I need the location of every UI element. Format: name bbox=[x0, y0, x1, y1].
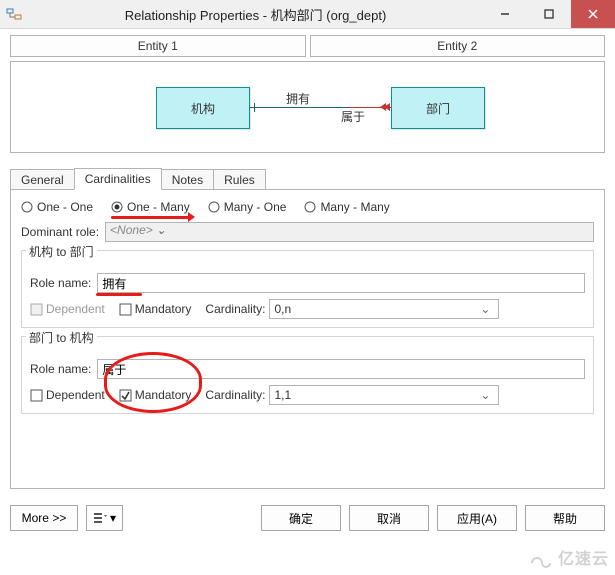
ok-button[interactable]: 确定 bbox=[261, 505, 341, 531]
maximize-button[interactable] bbox=[527, 0, 571, 28]
radio-many-one[interactable]: Many - One bbox=[208, 200, 287, 214]
radio-one-one[interactable]: One - One bbox=[21, 200, 93, 214]
group2-dependent-label: Dependent bbox=[46, 388, 105, 402]
relationship-label-bottom[interactable]: 属于 bbox=[341, 108, 365, 125]
relationship-line[interactable] bbox=[249, 107, 391, 108]
dominant-role-select[interactable]: <None> ⌄ bbox=[105, 222, 594, 242]
apply-button[interactable]: 应用(A) bbox=[437, 505, 517, 531]
tab-panel-cardinalities: One - One One - Many Many - One Many - M… bbox=[10, 189, 605, 489]
entity-left[interactable]: 机构 bbox=[156, 87, 250, 129]
tab-notes[interactable]: Notes bbox=[161, 169, 214, 190]
tab-general[interactable]: General bbox=[10, 169, 75, 190]
dominant-role-label: Dominant role: bbox=[21, 225, 99, 239]
group2-cardinality-label: Cardinality: bbox=[205, 388, 265, 402]
group1-cardinality-value: 0,n bbox=[274, 302, 291, 316]
watermark-text: 亿速云 bbox=[558, 551, 609, 568]
group2-mandatory-label: Mandatory bbox=[135, 388, 192, 402]
group-b-to-a: 部门 to 机构 Role name: Dependent Mandatory … bbox=[21, 336, 594, 414]
group2-mandatory-checkbox[interactable]: Mandatory bbox=[119, 388, 192, 402]
group1-legend: 机构 to 部门 bbox=[26, 243, 97, 260]
group1-mandatory-label: Mandatory bbox=[135, 302, 192, 316]
red-underline-annotation bbox=[96, 293, 142, 296]
radio-one-many-label: One - Many bbox=[127, 200, 190, 214]
group1-role-input[interactable] bbox=[97, 273, 585, 293]
titlebar: Relationship Properties - 机构部门 (org_dept… bbox=[0, 0, 615, 29]
ok-button-label: 确定 bbox=[289, 510, 313, 527]
group1-role-label: Role name: bbox=[30, 276, 91, 290]
radio-many-one-label: Many - One bbox=[224, 200, 287, 214]
group1-dependent-checkbox: Dependent bbox=[30, 302, 105, 316]
group2-role-label: Role name: bbox=[30, 362, 91, 376]
entity-right-label: 部门 bbox=[426, 100, 450, 117]
dialog-button-bar: More >> ▾ 确定 取消 应用(A) 帮助 bbox=[0, 497, 615, 531]
group-a-to-b: 机构 to 部门 Role name: Dependent Mandatory … bbox=[21, 250, 594, 328]
red-underline-annotation bbox=[111, 216, 193, 219]
one-tick-icon bbox=[254, 103, 255, 112]
dominant-role-value: <None> bbox=[110, 223, 153, 237]
group1-dependent-label: Dependent bbox=[46, 302, 105, 316]
radio-one-many[interactable]: One - Many bbox=[111, 200, 190, 214]
dropdown-action-button[interactable]: ▾ bbox=[86, 505, 123, 531]
tab-cardinalities[interactable]: Cardinalities bbox=[74, 168, 162, 190]
entity-left-label: 机构 bbox=[191, 100, 215, 117]
radio-many-many[interactable]: Many - Many bbox=[304, 200, 389, 214]
apply-button-label: 应用(A) bbox=[457, 510, 497, 527]
group2-dependent-checkbox[interactable]: Dependent bbox=[30, 388, 105, 402]
watermark: 亿速云 bbox=[527, 545, 609, 569]
close-button[interactable] bbox=[571, 0, 615, 28]
chevron-down-icon: ⌄ bbox=[480, 302, 494, 316]
radio-one-one-label: One - One bbox=[37, 200, 93, 214]
entity2-header[interactable]: Entity 2 bbox=[310, 35, 606, 57]
more-button-label: More >> bbox=[22, 511, 67, 525]
group1-cardinality-label: Cardinality: bbox=[205, 302, 265, 316]
minimize-button[interactable] bbox=[483, 0, 527, 28]
help-button-label: 帮助 bbox=[553, 510, 577, 527]
entity-column-headers: Entity 1 Entity 2 bbox=[10, 35, 605, 57]
entity1-header[interactable]: Entity 1 bbox=[10, 35, 306, 57]
group1-cardinality-select[interactable]: 0,n ⌄ bbox=[269, 299, 499, 319]
group2-cardinality-select[interactable]: 1,1 ⌄ bbox=[269, 385, 499, 405]
window-title: Relationship Properties - 机构部门 (org_dept… bbox=[28, 5, 483, 24]
group2-cardinality-value: 1,1 bbox=[274, 388, 291, 402]
group2-role-input[interactable] bbox=[97, 359, 585, 379]
list-dropdown-icon bbox=[93, 512, 107, 524]
cardinality-type-radios: One - One One - Many Many - One Many - M… bbox=[21, 200, 594, 214]
group1-mandatory-checkbox[interactable]: Mandatory bbox=[119, 302, 192, 316]
help-button[interactable]: 帮助 bbox=[525, 505, 605, 531]
chevron-down-icon: ⌄ bbox=[480, 388, 494, 402]
radio-many-many-label: Many - Many bbox=[320, 200, 389, 214]
chevron-down-icon: ⌄ bbox=[156, 223, 170, 237]
cancel-button-label: 取消 bbox=[377, 510, 401, 527]
relationship-diagram[interactable]: 机构 部门 拥有 属于 bbox=[10, 61, 605, 153]
app-icon bbox=[6, 6, 22, 22]
more-button[interactable]: More >> bbox=[10, 505, 78, 531]
group2-legend: 部门 to 机构 bbox=[26, 329, 97, 346]
cancel-button[interactable]: 取消 bbox=[349, 505, 429, 531]
relationship-label-top[interactable]: 拥有 bbox=[286, 90, 310, 107]
entity-right[interactable]: 部门 bbox=[391, 87, 485, 129]
many-arrow-icon bbox=[384, 103, 390, 111]
chevron-down-icon: ▾ bbox=[110, 511, 116, 525]
tab-rules[interactable]: Rules bbox=[213, 169, 266, 190]
dominant-role-row: Dominant role: <None> ⌄ bbox=[21, 222, 594, 242]
tab-strip: General Cardinalities Notes Rules bbox=[10, 167, 605, 189]
